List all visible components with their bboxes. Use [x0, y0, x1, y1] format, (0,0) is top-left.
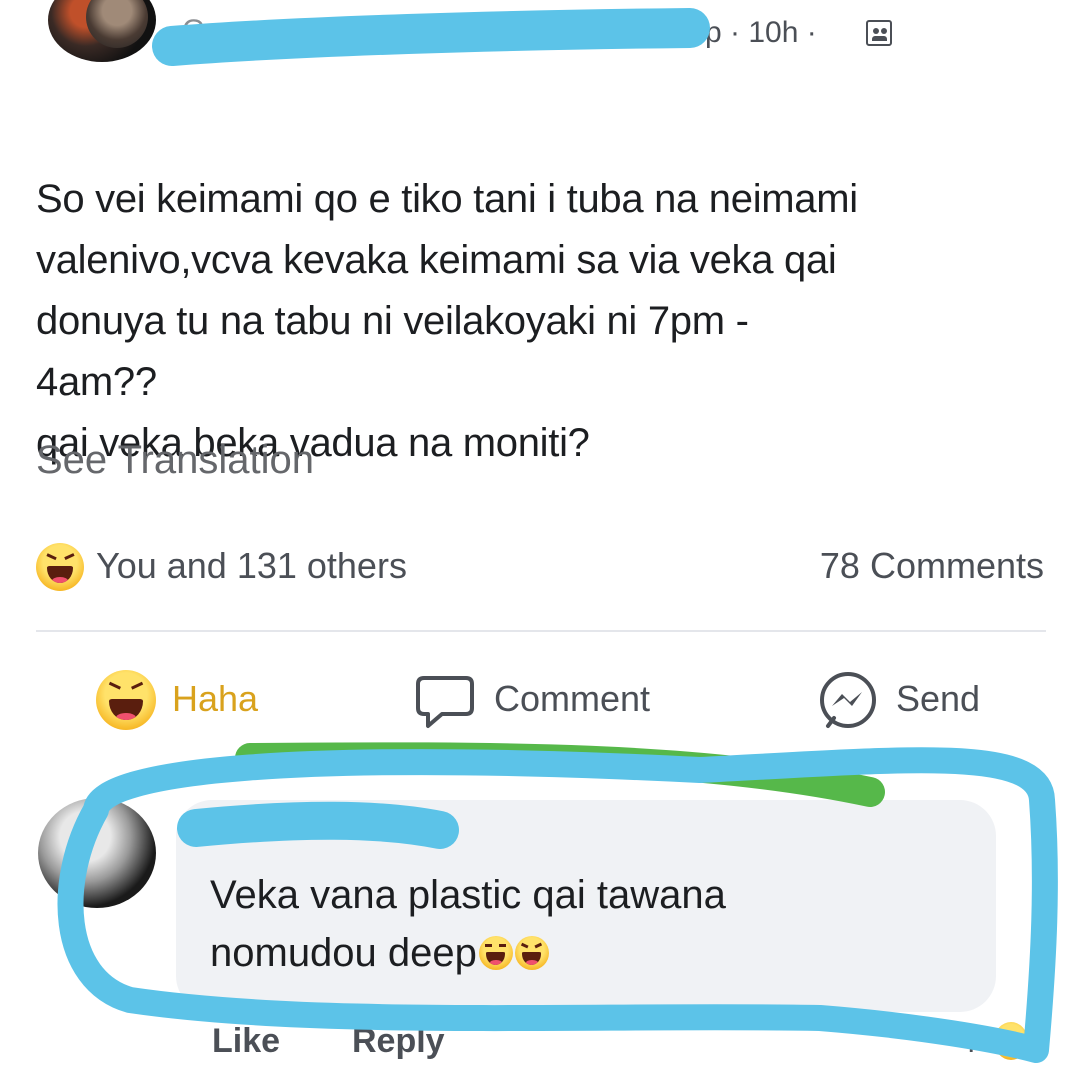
post-text-line: So vei keimami qo e tiko tani i tuba na … [36, 177, 858, 221]
commenter-avatar[interactable] [38, 798, 156, 908]
comment-text-line: Veka vana plastic qai tawana [210, 873, 726, 917]
haha-reaction-icon [36, 543, 84, 591]
comment-text: Veka vana plastic qai tawana nomudou dee… [210, 866, 950, 982]
commenter-name[interactable]: Lice Ku. [210, 810, 450, 844]
post-timestamp[interactable]: vp · 10h · [690, 16, 817, 50]
comment-reaction-icon [994, 1022, 1028, 1060]
divider [36, 630, 1046, 632]
laughing-emoji-icon [514, 936, 549, 970]
messenger-icon[interactable] [816, 670, 880, 734]
post-text: So vei keimami qo e tiko tani i tuba na … [36, 108, 1056, 474]
see-translation-link[interactable]: See Translation [36, 438, 314, 483]
comment-reply-button[interactable]: Reply [352, 1022, 445, 1061]
comment-reaction-count[interactable]: 4 [958, 1022, 977, 1061]
send-button[interactable]: Send [896, 678, 980, 720]
redaction-scribble [235, 742, 885, 807]
post-text-line: valenivo,vcva kevaka keimami sa via veka… [36, 238, 837, 282]
haha-action-icon[interactable] [96, 670, 156, 730]
comment-text-line: nomudou deep [210, 931, 477, 975]
laughing-emoji-icon [478, 936, 513, 970]
post-author-avatar[interactable] [48, 0, 156, 62]
haha-button[interactable]: Haha [172, 678, 258, 720]
group-icon [866, 20, 892, 46]
comment-button[interactable]: Comment [494, 678, 650, 720]
comment-icon[interactable] [414, 674, 476, 730]
comments-count[interactable]: 78 Comments [820, 545, 1044, 587]
reaction-summary[interactable]: You and 131 others [96, 545, 407, 587]
post-text-line: donuya tu na tabu ni veilakoyaki ni 7pm … [36, 299, 749, 343]
comment-like-button[interactable]: Like [212, 1022, 280, 1061]
post-text-line: 4am?? [36, 360, 157, 404]
post-author-name[interactable]: Group post by [182, 14, 682, 48]
